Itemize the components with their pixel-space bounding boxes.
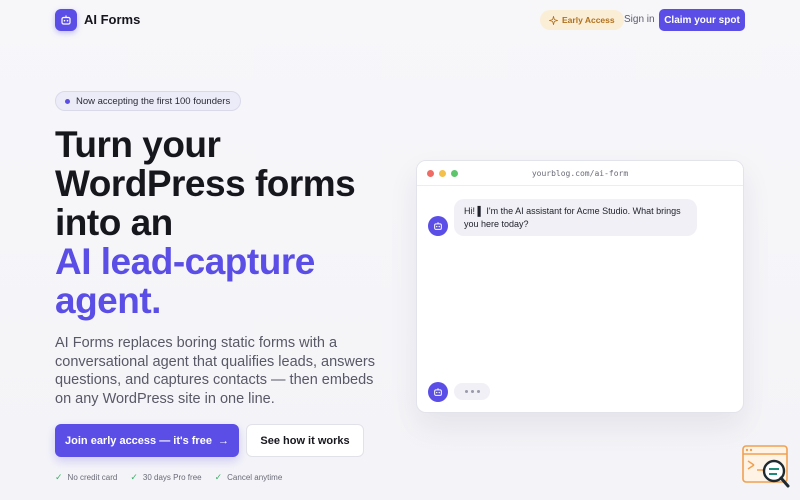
feature-label: Cancel anytime xyxy=(227,473,283,482)
feature-item: ✓ 30 days Pro free xyxy=(130,472,201,483)
join-early-access-label: Join early access — it's free xyxy=(65,434,212,447)
headline-accent-line: AI lead-capture xyxy=(55,241,315,282)
sparkle-icon xyxy=(549,15,558,25)
founders-pill-label: Now accepting the first 100 founders xyxy=(76,95,231,107)
hero-description: AI Forms replaces boring static forms wi… xyxy=(55,335,375,407)
logo-text[interactable]: AI Forms xyxy=(84,12,140,27)
hero-headline: Turn your WordPress forms into an AI lea… xyxy=(55,125,415,320)
typing-dot xyxy=(476,390,480,393)
early-access-label: Early Access xyxy=(562,15,615,25)
check-icon: ✓ xyxy=(214,472,223,482)
headline-line: into an xyxy=(55,202,173,243)
arrow-right-icon: → xyxy=(217,434,229,447)
search-widget-icon[interactable] xyxy=(741,444,791,490)
founders-pill: Now accepting the first 100 founders xyxy=(55,91,242,111)
feature-item: ✓ Cancel anytime xyxy=(215,472,283,483)
browser-preview: yourblog.com/ai-form xyxy=(416,160,744,413)
typing-indicator xyxy=(454,383,490,400)
claim-spot-button[interactable]: Claim your spot xyxy=(659,9,745,31)
browser-toolbar: yourblog.com/ai-form xyxy=(417,161,743,186)
feature-label: No credit card xyxy=(67,473,118,482)
feature-item: ✓ No credit card xyxy=(55,472,117,483)
robot-icon xyxy=(434,388,442,396)
headline-accent-line: agent. xyxy=(55,280,161,321)
robot-icon xyxy=(434,222,442,230)
feature-list: ✓ No credit card ✓ 30 days Pro free ✓ Ca… xyxy=(55,472,282,483)
assistant-message: Hi! ▌ I'm the AI assistant for Acme Stud… xyxy=(454,199,697,236)
site-header: AI Forms Early Access Sign in Claim your… xyxy=(0,0,800,40)
early-access-badge: Early Access xyxy=(540,10,624,30)
feature-label: 30 days Pro free xyxy=(142,473,202,482)
sign-in-link[interactable]: Sign in xyxy=(624,14,655,25)
assistant-avatar xyxy=(428,216,448,236)
robot-icon xyxy=(61,15,71,25)
headline-line: WordPress forms xyxy=(55,163,356,204)
assistant-avatar xyxy=(428,382,448,402)
typing-dot xyxy=(470,390,474,393)
status-dot-icon xyxy=(65,98,70,104)
join-early-access-button[interactable]: Join early access — it's free → xyxy=(55,424,239,457)
see-how-it-works-button[interactable]: See how it works xyxy=(246,424,364,457)
headline-line: Turn your xyxy=(55,124,221,165)
check-icon: ✓ xyxy=(130,472,138,482)
check-icon: ✓ xyxy=(55,472,63,482)
browser-url: yourblog.com/ai-form xyxy=(531,169,629,178)
logo-icon[interactable] xyxy=(55,9,77,31)
typing-dot xyxy=(464,390,468,393)
